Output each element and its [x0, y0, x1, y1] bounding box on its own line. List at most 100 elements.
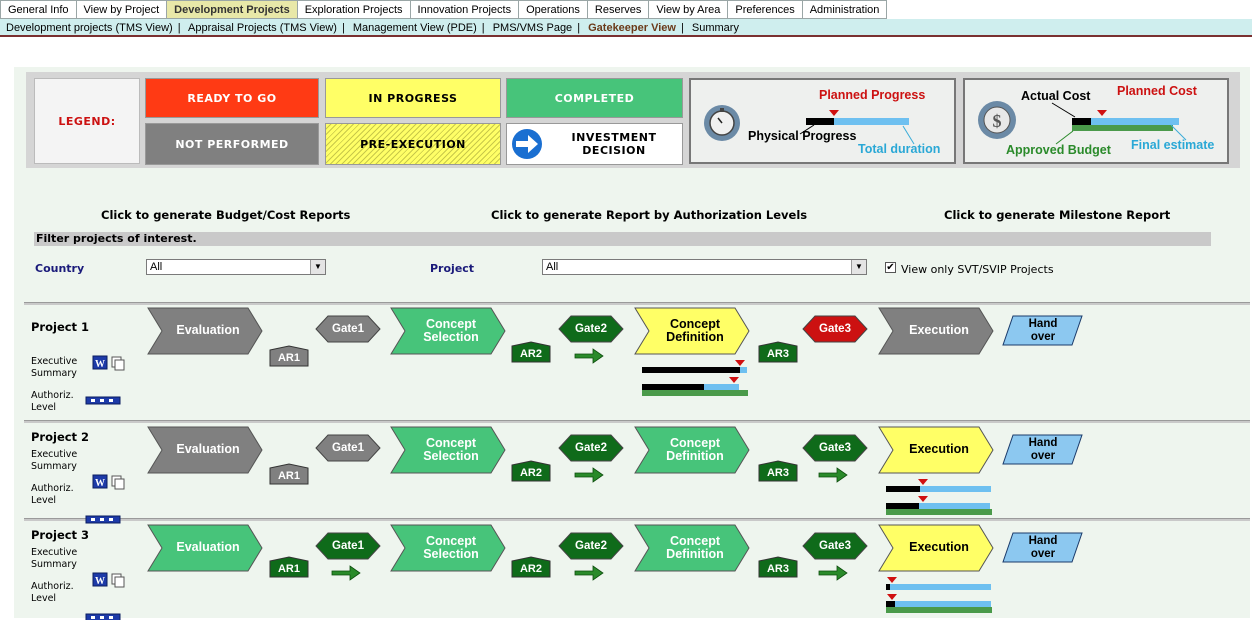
project-3-progress-total-bar	[886, 601, 991, 607]
project-1-gate2-label: Gate2	[563, 321, 619, 337]
project-3-progress-budget-bar	[886, 607, 992, 613]
project-3-gate1-label: Gate1	[320, 538, 376, 554]
project-1-concept-definition-label-text2: Definition	[666, 330, 724, 344]
project-3-handover-label-text2: over	[1030, 547, 1056, 560]
project-2-progress-planned-marker	[918, 479, 928, 485]
project-2-gate2-label-text: Gate2	[575, 441, 607, 454]
project-1-ar3-label: AR3	[759, 346, 797, 362]
project-2-gate1-label-text: Gate1	[332, 441, 364, 454]
project-3-gate3-arrow-icon	[818, 565, 848, 581]
project-1-gate3-label: Gate3	[807, 321, 863, 337]
project-1-gate1-label: Gate1	[320, 321, 376, 337]
project-1-concept-definition-label-text: Concept	[670, 316, 720, 331]
project-1-word-icon-letter: W	[95, 359, 105, 370]
project-1-auth-level-dot	[100, 399, 104, 402]
project-2-gate1-label: Gate1	[320, 440, 376, 456]
project-1-execution-label: Execution	[891, 308, 987, 354]
project-1-evaluation-label-text: Evaluation	[176, 323, 240, 338]
project-2-progress-done-bar	[886, 486, 920, 492]
project-1-gate2-label-text: Gate2	[575, 322, 607, 335]
project-1-ar1-label: AR1	[270, 350, 308, 366]
project-2-copy-icon-back	[114, 478, 125, 490]
project-3-copy-icon-back	[114, 576, 125, 588]
project-2-auth-level-dot	[100, 518, 104, 521]
project-2-ar1-label: AR1	[270, 468, 308, 484]
project-2-progress-budget-bar	[886, 509, 992, 515]
project-1-progress-budget-bar	[642, 390, 748, 396]
project-3-concept-selection-label-text2: Selection	[423, 547, 479, 561]
project-2-concept-selection-label-text: Concept	[426, 435, 476, 450]
project-3-ar2-label-text: AR2	[519, 563, 542, 575]
project-2-auth-level-dot	[109, 518, 113, 521]
project-3-gate1-label-text: Gate1	[332, 539, 364, 552]
project-1-progress-planned-marker	[729, 377, 739, 383]
project-1-gate1-label-text: Gate1	[332, 322, 364, 335]
project-3-evaluation-label: Evaluation	[160, 525, 256, 571]
project-3-word-icon-letter: W	[95, 576, 105, 587]
project-3-gate2-arrow-icon	[574, 565, 604, 581]
project-3-progress-planned-marker	[887, 594, 897, 600]
project-3-ar3-label: AR3	[759, 561, 797, 577]
project-2-word-icon-letter: W	[95, 478, 105, 489]
project-1-progress-done-bar	[642, 367, 740, 373]
project-3-ar1-label: AR1	[270, 561, 308, 577]
project-2-concept-selection-label-text2: Selection	[423, 449, 479, 463]
project-2-gate2-label: Gate2	[563, 440, 619, 456]
project-1-concept-selection-label-text2: Selection	[423, 330, 479, 344]
project-1-ar3-label-text: AR3	[766, 348, 789, 360]
project-2-concept-definition-label: Concept Definition	[647, 427, 743, 473]
project-3-ar3-label-text: AR3	[766, 563, 789, 575]
project-1-concept-selection-label: Concept Selection	[403, 308, 499, 354]
project-1-auth-level-dot	[91, 399, 95, 402]
project-1-evaluation-label: Evaluation	[160, 308, 256, 354]
project-3-progress-planned-marker	[887, 577, 897, 583]
project-1-ar2-label: AR2	[512, 346, 550, 362]
project-2-evaluation-label-text: Evaluation	[176, 442, 240, 457]
project-3-gate1-arrow-icon	[331, 565, 361, 581]
project-2-evaluation-label: Evaluation	[160, 427, 256, 473]
project-3-gate3-label: Gate3	[807, 538, 863, 554]
project-2-ar2-label-text: AR2	[519, 467, 542, 479]
project-2-ar3-label: AR3	[759, 465, 797, 481]
project-3-concept-definition-label-text2: Definition	[666, 547, 724, 561]
project-1-progress-planned-marker	[735, 360, 745, 366]
project-3-handover-label: Hand over	[1005, 533, 1081, 562]
project-1-progress-done-bar	[642, 384, 704, 390]
project-2-concept-definition-label-text: Concept	[670, 435, 720, 450]
project-3-auth-level-dot	[109, 616, 113, 619]
project-1-gate3-label-text: Gate3	[819, 322, 851, 335]
project-3-concept-definition-label-text: Concept	[670, 533, 720, 548]
project-3-auth-level-dot	[100, 616, 104, 619]
project-2-execution-label: Execution	[891, 427, 987, 473]
project-3-execution-label-text: Execution	[909, 540, 969, 555]
project-1-concept-selection-label-text: Concept	[426, 316, 476, 331]
project-3-execution-label: Execution	[891, 525, 987, 571]
project-2-handover-label: Hand over	[1005, 435, 1081, 464]
project-1-auth-level-dot	[109, 399, 113, 402]
project-1-ar2-label-text: AR2	[519, 348, 542, 360]
project-3-ar1-label-text: AR1	[277, 563, 300, 575]
project-3-progress-done-bar	[886, 584, 890, 590]
project-3-progress-total-bar	[886, 584, 991, 590]
project-1-copy-icon-back	[114, 359, 125, 371]
project-2-gate3-arrow-icon	[818, 467, 848, 483]
project-3-concept-definition-label: Concept Definition	[647, 525, 743, 571]
project-3-ar2-label: AR2	[512, 561, 550, 577]
project-3-gate3-label-text: Gate3	[819, 539, 851, 552]
project-1-handover-label-text2: over	[1030, 330, 1056, 343]
project-3-handover-label-text: Hand	[1028, 535, 1058, 547]
project-2-concept-selection-label: Concept Selection	[403, 427, 499, 473]
project-1-gate2-arrow-icon	[574, 348, 604, 364]
project-2-execution-label-text: Execution	[909, 442, 969, 457]
project-1-execution-label-text: Execution	[909, 323, 969, 338]
project-2-handover-label-text: Hand	[1028, 437, 1058, 449]
project-2-handover-label-text2: over	[1030, 449, 1056, 462]
project-2-gate3-label: Gate3	[807, 440, 863, 456]
project-2-concept-definition-label-text2: Definition	[666, 449, 724, 463]
project-2-auth-level-dot	[91, 518, 95, 521]
project-3-concept-selection-label: Concept Selection	[403, 525, 499, 571]
project-3-concept-selection-label-text: Concept	[426, 533, 476, 548]
project-2-progress-done-bar	[886, 503, 919, 509]
project-1-handover-label-text: Hand	[1028, 318, 1058, 330]
project-3-evaluation-label-text: Evaluation	[176, 540, 240, 555]
